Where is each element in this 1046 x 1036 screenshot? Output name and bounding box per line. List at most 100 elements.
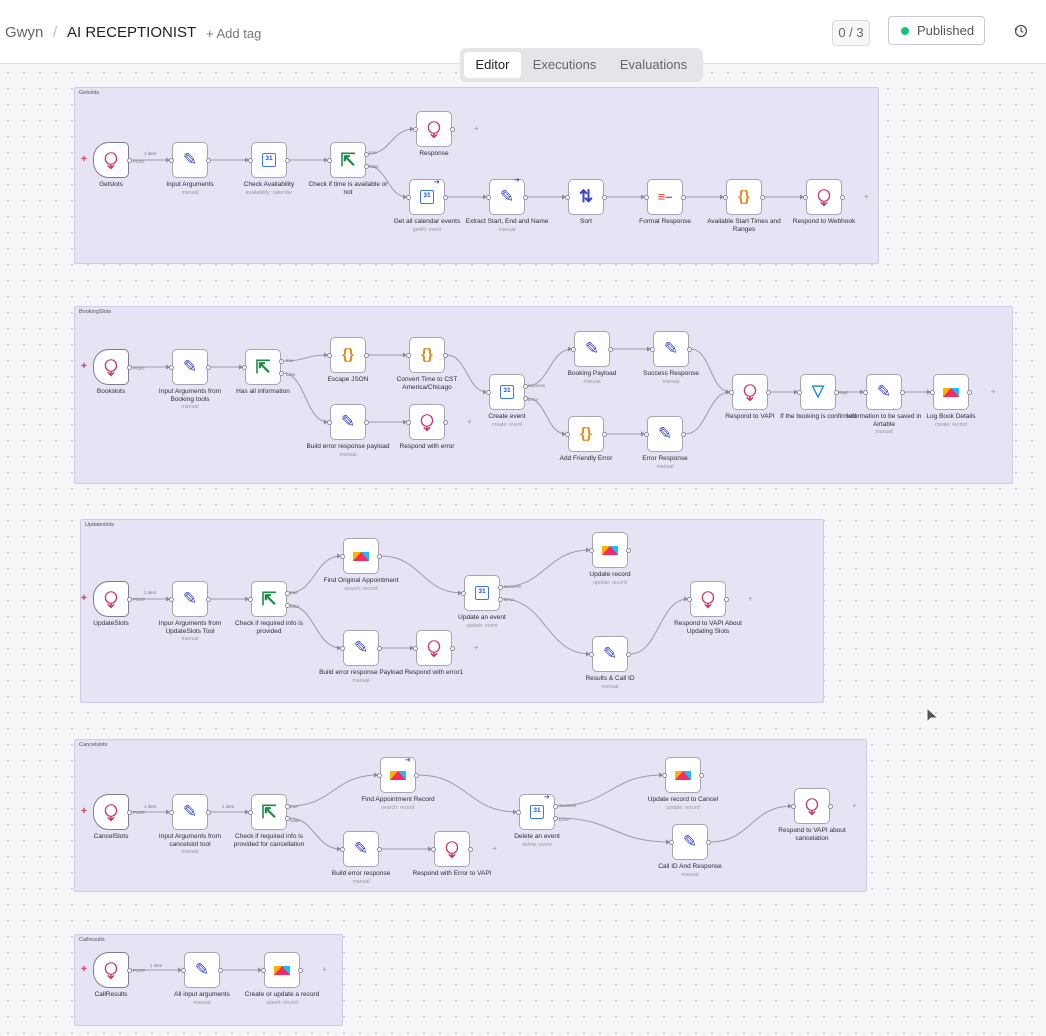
node-updateslots[interactable]: ⧬ (93, 581, 129, 617)
output-port[interactable] (553, 803, 558, 809)
node-b-builderr[interactable]: ✎ (330, 404, 366, 440)
output-port[interactable] (602, 194, 607, 200)
output-port[interactable] (498, 584, 503, 590)
input-port[interactable] (729, 389, 734, 395)
node-b-convert[interactable]: {} (409, 337, 445, 373)
published-button[interactable]: Published (888, 16, 985, 45)
output-port[interactable] (285, 157, 290, 163)
input-port[interactable] (565, 194, 570, 200)
input-port[interactable] (327, 352, 332, 358)
add-node-plus-icon[interactable]: + (467, 418, 472, 426)
output-port[interactable] (127, 596, 132, 602)
input-port[interactable] (169, 596, 174, 602)
input-port[interactable] (169, 157, 174, 163)
node-b-friendly[interactable]: {} (568, 416, 604, 452)
add-node-plus-icon[interactable]: + (852, 802, 857, 810)
output-port[interactable] (298, 967, 303, 973)
output-port[interactable] (706, 839, 711, 845)
add-node-plus-icon[interactable]: + (991, 388, 996, 396)
output-port[interactable] (498, 596, 503, 602)
input-port[interactable] (589, 651, 594, 657)
input-port[interactable] (248, 157, 253, 163)
tab-executions[interactable]: Executions (525, 52, 604, 78)
node-getslots[interactable]: ⧬ (93, 142, 129, 178)
node-b-create[interactable]: 31 (489, 374, 525, 410)
add-tag-button[interactable]: + Add tag (206, 25, 261, 43)
add-node-plus-icon[interactable]: + (322, 966, 327, 974)
node-u-update-record[interactable] (592, 532, 628, 568)
output-port[interactable] (608, 346, 613, 352)
input-port[interactable] (340, 846, 345, 852)
input-port[interactable] (406, 194, 411, 200)
add-node-plus-icon[interactable]: + (864, 193, 869, 201)
tab-evaluations[interactable]: Evaluations (610, 52, 697, 78)
input-port[interactable] (461, 590, 466, 596)
history-icon[interactable] (1014, 24, 1028, 38)
input-port[interactable] (650, 346, 655, 352)
output-port[interactable] (760, 194, 765, 200)
input-port[interactable] (565, 431, 570, 437)
node-u-builderr[interactable]: ✎ (343, 630, 379, 666)
input-port[interactable] (327, 419, 332, 425)
add-node-plus-icon[interactable]: + (474, 644, 479, 652)
input-port[interactable] (589, 547, 594, 553)
output-port[interactable] (468, 846, 473, 852)
output-port[interactable] (279, 358, 284, 364)
output-port[interactable] (127, 967, 132, 973)
input-port[interactable] (340, 553, 345, 559)
output-port[interactable] (443, 352, 448, 358)
input-port[interactable] (797, 389, 802, 395)
input-port[interactable] (242, 364, 247, 370)
output-port[interactable] (206, 364, 211, 370)
input-port[interactable] (169, 364, 174, 370)
node-c-callid[interactable]: ✎ (672, 824, 708, 860)
workflow-name[interactable]: AI RECEPTIONIST (67, 24, 196, 42)
add-node-plus-icon[interactable]: + (748, 595, 753, 603)
output-port[interactable] (699, 772, 704, 778)
breadcrumb-user[interactable]: Gwyn (5, 24, 43, 42)
node-u-update-event[interactable]: 31 (464, 575, 500, 611)
workflow-canvas[interactable]: Getslots BookingSlots Updateslots Cancelslo… (0, 65, 1046, 1036)
input-port[interactable] (406, 419, 411, 425)
input-port[interactable] (406, 352, 411, 358)
input-port[interactable] (723, 194, 728, 200)
node-u-resperr[interactable]: ⧬ (416, 630, 452, 666)
node-g-input[interactable]: ✎ (172, 142, 208, 178)
node-b-infoair[interactable]: ✎ (866, 374, 902, 410)
input-port[interactable] (486, 194, 491, 200)
input-port[interactable] (930, 389, 935, 395)
input-port[interactable] (486, 389, 491, 395)
node-b-input[interactable]: ✎ (172, 349, 208, 385)
input-port[interactable] (261, 967, 266, 973)
input-port[interactable] (248, 809, 253, 815)
input-port[interactable] (431, 846, 436, 852)
output-port[interactable] (414, 772, 419, 778)
input-port[interactable] (644, 431, 649, 437)
output-port[interactable] (127, 364, 132, 370)
output-port[interactable] (377, 645, 382, 651)
node-b-hasinfo[interactable]: ⇱ (245, 349, 281, 385)
output-port[interactable] (377, 553, 382, 559)
node-g-sort[interactable]: ⇅ (568, 179, 604, 215)
node-callresults[interactable]: ⧬ (93, 952, 129, 988)
output-port[interactable] (967, 389, 972, 395)
input-port[interactable] (340, 645, 345, 651)
input-port[interactable] (863, 389, 868, 395)
output-port[interactable] (626, 547, 631, 553)
output-port[interactable] (450, 126, 455, 132)
input-port[interactable] (181, 967, 186, 973)
output-port[interactable] (681, 194, 686, 200)
node-g-extract[interactable]: ✎ (489, 179, 525, 215)
output-port[interactable] (443, 419, 448, 425)
output-port[interactable] (553, 815, 558, 821)
node-u-find[interactable] (343, 538, 379, 574)
output-port[interactable] (828, 803, 833, 809)
output-port[interactable] (206, 157, 211, 163)
add-node-plus-icon[interactable]: + (492, 845, 497, 853)
node-u-results[interactable]: ✎ (592, 636, 628, 672)
node-cancelslots[interactable]: ⧬ (93, 794, 129, 830)
output-port[interactable] (127, 809, 132, 815)
node-r-upsert[interactable] (264, 952, 300, 988)
output-port[interactable] (206, 809, 211, 815)
node-b-respvapi[interactable]: ⧬ (732, 374, 768, 410)
